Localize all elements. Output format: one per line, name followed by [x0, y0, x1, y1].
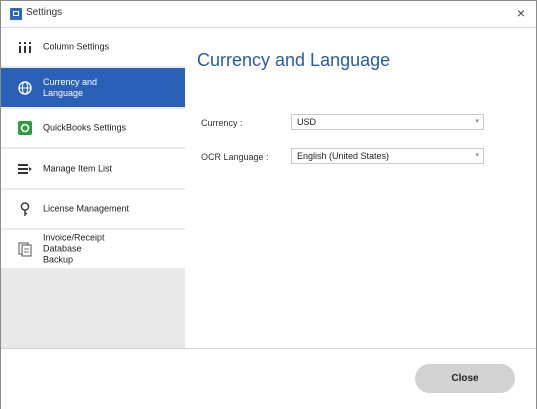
ocr-language-value: English (United States) — [297, 151, 390, 161]
column-settings-icon — [17, 39, 33, 55]
key-icon — [17, 201, 33, 217]
sidebar-item-database-backup[interactable]: Invoice/Receipt Database Backup — [1, 230, 185, 269]
page-title: Currency and Language — [197, 50, 391, 70]
currency-label: Currency : — [201, 118, 243, 128]
sidebar-item-label: QuickBooks Settings — [43, 122, 127, 133]
sidebar-item-currency-language[interactable]: Currency and Language — [1, 68, 185, 108]
dialog-footer: Close — [1, 348, 536, 409]
quickbooks-icon — [17, 120, 33, 136]
ocr-language-label: OCR Language : — [201, 152, 269, 162]
close-button[interactable]: Close — [415, 364, 515, 393]
sidebar-item-quickbooks-settings[interactable]: QuickBooks Settings — [1, 109, 185, 148]
chevron-down-icon: ▾ — [475, 118, 479, 125]
settings-content: Currency and Language Currency : USD ▾ O… — [185, 28, 536, 348]
sidebar-item-label: Column Settings — [43, 41, 110, 52]
chevron-down-icon: ▾ — [475, 152, 479, 159]
sidebar-item-column-settings[interactable]: Column Settings — [1, 28, 185, 67]
ocr-language-select[interactable]: English (United States) ▾ — [291, 148, 484, 164]
sidebar-item-license-management[interactable]: License Management — [1, 190, 185, 229]
sidebar-item-label: Manage Item List — [43, 163, 113, 173]
list-icon — [17, 161, 33, 177]
app-icon — [10, 8, 22, 20]
sidebar-item-label: Currency and Language — [43, 76, 98, 98]
globe-icon — [17, 80, 33, 96]
sidebar-item-manage-item-list[interactable]: Manage Item List — [1, 149, 185, 189]
settings-window: Settings × Column Settings Currency and … — [0, 0, 537, 409]
window-title: Settings — [26, 7, 63, 18]
database-backup-icon — [17, 241, 33, 257]
sidebar-item-label: License Management — [43, 203, 130, 214]
window-close-button[interactable]: × — [512, 4, 530, 22]
title-bar: Settings × — [1, 1, 536, 28]
sidebar-item-label: Invoice/Receipt Database Backup — [43, 232, 105, 265]
settings-sidebar: Column Settings Currency and Language Qu… — [1, 28, 185, 348]
currency-value: USD — [297, 117, 317, 127]
currency-select[interactable]: USD ▾ — [291, 114, 484, 130]
